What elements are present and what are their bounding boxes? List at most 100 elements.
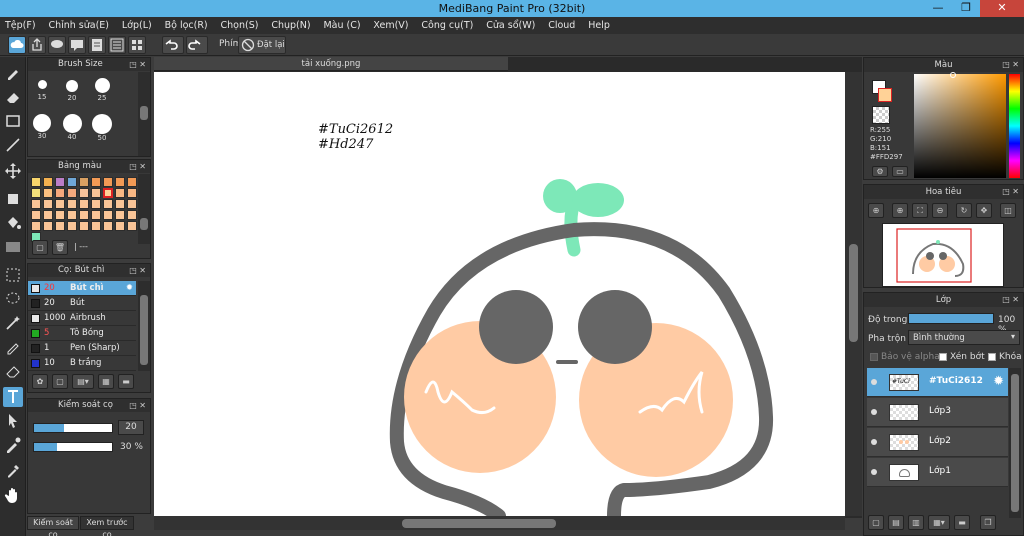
share-button[interactable]	[28, 36, 46, 54]
brush-opacity-slider[interactable]	[33, 442, 113, 452]
list-button[interactable]	[108, 36, 126, 54]
color-swap-button[interactable]: ▭	[892, 166, 908, 177]
palette-swatch[interactable]	[67, 221, 77, 231]
layer-item-1[interactable]: Lớp1	[867, 458, 1008, 487]
undo-button[interactable]	[162, 36, 184, 54]
layer-item-3[interactable]: Lớp3	[867, 398, 1008, 427]
brush-tool[interactable]	[3, 63, 23, 83]
menu-help[interactable]: Help	[583, 17, 615, 34]
tab-brush-preview[interactable]: Xem trước cọ	[80, 516, 134, 536]
menu-layer[interactable]: Lớp(L)	[117, 17, 157, 34]
brush-size-25[interactable]: 25	[88, 78, 116, 104]
visibility-icon[interactable]	[871, 469, 877, 475]
reset-button[interactable]: Đặt lại	[238, 36, 286, 54]
palette-swatch[interactable]	[43, 177, 53, 187]
menu-file[interactable]: Tệp(F)	[0, 17, 41, 34]
palette-swatch[interactable]	[115, 210, 125, 220]
fill-rect-tool[interactable]	[3, 189, 23, 209]
clipping-checkbox[interactable]	[939, 353, 947, 361]
eraser-tool[interactable]	[3, 87, 23, 107]
flip-button[interactable]: ◫	[1000, 203, 1016, 218]
layers-scrollbar[interactable]	[1009, 368, 1021, 518]
operation-tool[interactable]	[3, 411, 23, 431]
document-button[interactable]	[88, 36, 106, 54]
message-button[interactable]	[68, 36, 86, 54]
duplicate-layer-button[interactable]: ❐	[980, 515, 996, 530]
brush-menu-button[interactable]: ▤▾	[72, 374, 94, 389]
grid-button[interactable]	[128, 36, 146, 54]
palette-swatch[interactable]	[79, 199, 89, 209]
palette-swatch[interactable]	[31, 188, 41, 198]
palette-swatch[interactable]	[31, 221, 41, 231]
palette-swatch[interactable]	[103, 188, 113, 198]
rotate-button[interactable]: ↻	[956, 203, 972, 218]
palette-swatch[interactable]	[55, 177, 65, 187]
canvas-horizontal-scrollbar[interactable]	[154, 516, 845, 530]
scroll-thumb[interactable]	[140, 218, 148, 230]
tab-brush-control[interactable]: Kiểm soát cọ	[27, 516, 79, 536]
brush-list-scrollbar[interactable]	[138, 281, 150, 371]
dropper-tool[interactable]	[3, 435, 23, 455]
brush-size-15[interactable]: 15	[28, 80, 56, 106]
palette-swatch[interactable]	[79, 188, 89, 198]
palette-swatch[interactable]	[115, 221, 125, 231]
scroll-thumb[interactable]	[402, 519, 556, 528]
new-palette-button[interactable]: ▢	[32, 240, 48, 255]
brush-folder-button[interactable]: ▬	[118, 374, 134, 389]
palette-swatch[interactable]	[115, 177, 125, 187]
palette-swatch[interactable]	[55, 199, 65, 209]
scroll-thumb[interactable]	[849, 244, 858, 342]
panel-close-icon[interactable]: ◳ ✕	[129, 399, 146, 412]
palette-swatch[interactable]	[67, 199, 77, 209]
hand-tool[interactable]	[3, 485, 23, 505]
palette-swatch[interactable]	[43, 210, 53, 220]
brush-size-slider[interactable]	[33, 423, 113, 433]
text-tool[interactable]	[3, 387, 23, 407]
panel-close-icon[interactable]: ◳ ✕	[129, 160, 146, 173]
palette-swatch[interactable]	[43, 221, 53, 231]
menu-filter[interactable]: Bộ lọc(R)	[160, 17, 213, 34]
palette-swatch[interactable]	[55, 210, 65, 220]
palette-swatch[interactable]	[103, 199, 113, 209]
bucket-tool[interactable]	[3, 213, 23, 233]
rectangle-tool[interactable]	[3, 111, 23, 131]
select-eraser-tool[interactable]	[3, 361, 23, 381]
menu-tools[interactable]: Công cụ(T)	[416, 17, 478, 34]
color-option-button[interactable]: ⚙	[872, 166, 888, 177]
layer-folder-button[interactable]: ▬	[954, 515, 970, 530]
palette-swatch[interactable]	[67, 210, 77, 220]
eyedropper-tool[interactable]	[3, 461, 23, 481]
brush-size-scrollbar[interactable]	[138, 72, 150, 156]
lasso-tool[interactable]	[3, 289, 23, 309]
menu-window[interactable]: Cửa sổ(W)	[481, 17, 540, 34]
panel-close-icon[interactable]: ◳ ✕	[1002, 185, 1019, 199]
secondary-color-swatch[interactable]	[872, 106, 890, 124]
palette-swatch[interactable]	[55, 188, 65, 198]
panel-close-icon[interactable]: ◳ ✕	[1002, 58, 1019, 72]
menu-capture[interactable]: Chụp(N)	[266, 17, 315, 34]
palette-swatch[interactable]	[115, 188, 125, 198]
palette-swatch[interactable]	[91, 188, 101, 198]
layer-item-text[interactable]: #TuCi #TuCi2612 ✹	[867, 368, 1008, 397]
brush-item-white[interactable]: 10 B trắng	[28, 356, 136, 371]
brush-item-shading[interactable]: 5 Tô Bóng	[28, 326, 136, 341]
palette-swatch[interactable]	[67, 177, 77, 187]
document-tab[interactable]: tải xuống.png	[154, 57, 508, 71]
palette-swatch[interactable]	[55, 221, 65, 231]
brush-item-pen-sharp[interactable]: 1 Pen (Sharp)	[28, 341, 136, 356]
add-brush-button[interactable]: ✿	[32, 374, 48, 389]
palette-swatch[interactable]	[91, 199, 101, 209]
brush-item-pencil[interactable]: 20 Bút chì ✹	[28, 281, 136, 296]
panel-close-icon[interactable]: ◳ ✕	[129, 58, 146, 71]
scroll-thumb[interactable]	[140, 295, 148, 365]
palette-swatch[interactable]	[103, 221, 113, 231]
palette-swatch[interactable]	[31, 177, 41, 187]
select-pen-tool[interactable]	[3, 337, 23, 357]
palette-swatch[interactable]	[127, 188, 137, 198]
palette-swatch[interactable]	[103, 177, 113, 187]
gradient-tool[interactable]	[3, 237, 23, 257]
gear-icon[interactable]: ✹	[993, 374, 1004, 389]
palette-swatch[interactable]	[43, 188, 53, 198]
actual-size-button[interactable]: ✥	[976, 203, 992, 218]
redo-button[interactable]	[186, 36, 208, 54]
